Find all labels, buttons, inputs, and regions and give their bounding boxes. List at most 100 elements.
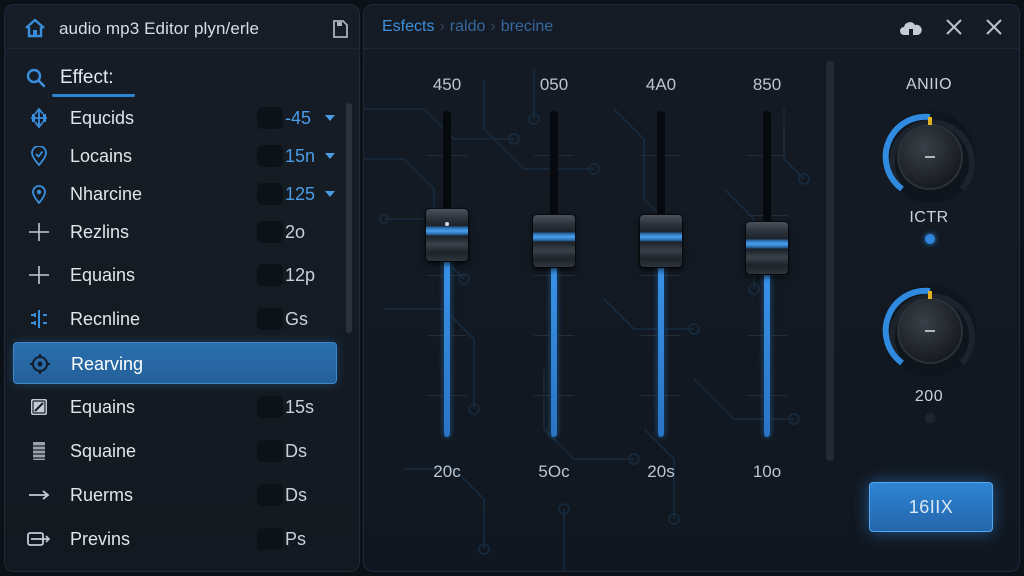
effect-value: Ds [285, 485, 307, 505]
knob-bottom-label: 200 [914, 388, 944, 405]
close-icon[interactable] [945, 18, 963, 36]
editor-panel: Esfects › raldo › brecine 450 20c 050 5O… [363, 4, 1020, 572]
slider-bottom-label: 10o [752, 462, 782, 481]
effect-label: Recnline [70, 309, 141, 329]
edit-box-icon [31, 399, 47, 415]
cloud-icon[interactable] [900, 19, 922, 37]
effect-item[interactable]: Equains 15s [13, 386, 337, 428]
effect-item[interactable]: Rezlins 2o [13, 211, 337, 253]
sidebar-header: audio mp3 Editor plyn/erle [5, 5, 359, 49]
effect-item-selected[interactable]: Rearving [13, 342, 337, 384]
breadcrumb-item[interactable]: Esfects [382, 18, 434, 35]
rotary-knob[interactable] [880, 107, 980, 207]
search-icon [26, 68, 46, 88]
value-chip [257, 221, 283, 243]
effect-value: -45 [285, 108, 312, 128]
effects-sidebar: audio mp3 Editor plyn/erle Effect: Equci… [4, 4, 360, 572]
effect-value: Ds [285, 441, 307, 461]
slider-fill [444, 234, 450, 437]
slider-fill [658, 241, 664, 437]
editor-scrollbar[interactable] [826, 61, 834, 461]
mix-button[interactable]: 16IIX [869, 482, 993, 532]
eq-slider[interactable]: 450 20c [417, 65, 477, 495]
sidebar-scrollbar[interactable] [346, 103, 352, 333]
editor-header: Esfects › raldo › brecine [364, 5, 1019, 49]
value-chip [257, 484, 283, 506]
slider-thumb[interactable] [640, 215, 682, 268]
effect-label: Previns [70, 529, 131, 549]
effect-label: Squaine [70, 441, 137, 461]
effect-label: Equains [70, 397, 136, 417]
slider-bottom-label: 20s [647, 462, 675, 481]
home-icon[interactable] [24, 18, 46, 38]
effect-value: 12p [285, 265, 316, 285]
effect-value: 125 [285, 184, 316, 204]
thumb-indicator [445, 221, 449, 226]
eq-slider[interactable]: 050 5Oc [524, 65, 584, 495]
knob-graphic [882, 111, 976, 203]
effect-item[interactable]: Equcids -45 [13, 97, 337, 139]
effect-value: Gs [285, 309, 309, 329]
slider-thumb[interactable] [533, 215, 575, 268]
stack-bars-icon [33, 442, 45, 460]
effect-item[interactable]: Nharcine 125 [13, 173, 337, 215]
effect-value: 2o [285, 222, 306, 242]
slider-bottom-label: 5Oc [538, 462, 570, 481]
breadcrumb-separator: › [490, 18, 496, 35]
effect-item[interactable]: Equains 12p [13, 254, 337, 296]
effect-label: Equcids [70, 108, 135, 128]
breadcrumb-item[interactable]: brecine [501, 18, 553, 35]
slider-fill [764, 247, 770, 437]
effect-label: Equains [70, 265, 136, 285]
eq-slider[interactable]: 4A0 20s [631, 65, 691, 495]
effect-item[interactable]: Squaine Ds [13, 430, 337, 472]
slider-top-label: 4A0 [645, 75, 677, 94]
crosshair-circle-icon [30, 354, 50, 374]
effect-item[interactable]: Locains 15n [13, 135, 337, 177]
chevron-down-icon[interactable] [325, 191, 335, 197]
plus-line-icon [29, 266, 49, 284]
split-bars-icon [31, 310, 47, 328]
slider-bottom-label: 20c [433, 462, 461, 481]
location-pin-icon [31, 146, 47, 166]
slider-top-label: 450 [432, 75, 462, 94]
effect-item[interactable]: Recnline Gs [13, 298, 337, 340]
crosshair-line-icon [29, 223, 49, 241]
value-chip [257, 308, 283, 330]
target-pin-icon [32, 185, 46, 204]
search-label: Effect: [60, 67, 114, 88]
value-chip [257, 264, 283, 286]
value-chip [257, 528, 283, 550]
effect-search[interactable]: Effect: [5, 57, 359, 99]
chevron-down-icon[interactable] [325, 153, 335, 159]
status-led [925, 413, 935, 423]
breadcrumb-item[interactable]: raldo [450, 18, 486, 35]
slider-fill [551, 241, 557, 437]
effect-value: 15n [285, 146, 316, 166]
value-chip [257, 440, 283, 462]
save-icon[interactable] [332, 20, 348, 38]
effect-label: Locains [70, 146, 133, 166]
close-icon[interactable] [985, 18, 1003, 36]
arrows-icon [31, 108, 47, 128]
effect-label: Rezlins [70, 222, 130, 242]
rotary-knob[interactable] [880, 281, 980, 381]
effect-value: 15s [285, 397, 315, 417]
breadcrumb: Esfects › raldo › brecine [382, 18, 553, 36]
slider-thumb[interactable] [426, 208, 468, 261]
knob-graphic [882, 285, 976, 377]
slider-thumb[interactable] [746, 221, 788, 274]
arrow-right-icon [29, 490, 50, 500]
slider-top-label: 850 [752, 75, 782, 94]
eq-slider[interactable]: 850 10o [737, 65, 797, 495]
knob-top-label: ANIIO [905, 76, 953, 93]
effect-item[interactable]: Previns Ps [13, 518, 337, 560]
chevron-down-icon[interactable] [325, 115, 335, 121]
value-chip [257, 145, 283, 167]
value-chip [257, 183, 283, 205]
status-led [925, 234, 935, 244]
effect-label: Ruerms [70, 485, 134, 505]
value-chip [257, 107, 283, 129]
effect-label: Rearving [71, 354, 144, 374]
effect-item[interactable]: Ruerms Ds [13, 474, 337, 516]
